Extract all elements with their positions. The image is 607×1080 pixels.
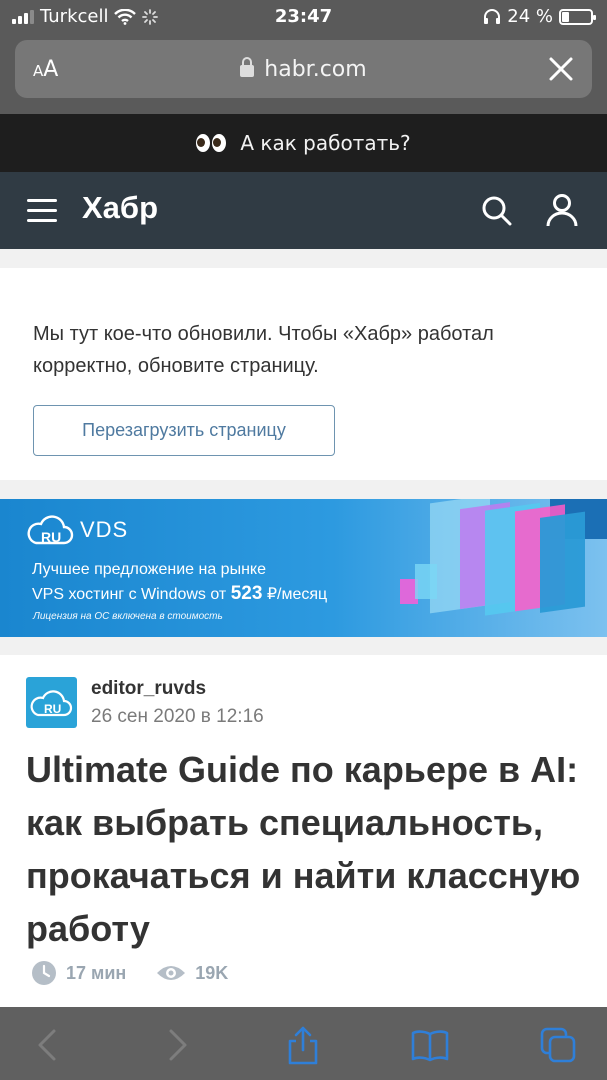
promo-text: А как работать? [240, 131, 411, 155]
battery-icon [559, 8, 596, 25]
reading-time: 17 мин [31, 960, 126, 986]
author-name[interactable]: editor_ruvds [91, 678, 206, 700]
site-logo[interactable]: Хабр [82, 190, 158, 226]
search-icon[interactable] [480, 194, 514, 228]
url-text: habr.com [264, 57, 367, 82]
ad-banner[interactable]: RU VDS Лучшее предложение на рынке VPS х… [0, 499, 607, 637]
banner-logo-mark: RU [41, 529, 61, 545]
banner-line1: Лучшее предложение на рынке [32, 561, 266, 578]
banner-note: Лицензия на ОС включена в стоимость [33, 611, 223, 622]
avatar-label: RU [44, 702, 61, 716]
address-bar[interactable]: AA habr.com [15, 40, 592, 98]
browser-toolbar [0, 1007, 607, 1080]
menu-icon[interactable] [27, 199, 57, 223]
eyes-emoji-icon [196, 134, 227, 152]
lock-icon [240, 57, 255, 77]
reading-time-text: 17 мин [66, 962, 127, 983]
banner-line2-suffix: ₽/месяц [266, 586, 328, 603]
post-title[interactable]: Ultimate Guide по карьере в AI: как выбр… [26, 743, 586, 955]
battery-percent: 24 % [507, 6, 553, 27]
banner-illustration [400, 499, 607, 616]
bookmarks-icon[interactable] [410, 1025, 450, 1065]
promo-bar[interactable]: А как работать? [0, 114, 607, 172]
headphones-icon [484, 8, 501, 24]
status-bar: Turkcell 23:47 24 % [0, 0, 607, 34]
update-notice: Мы тут кое-что обновили. Чтобы «Хабр» ра… [0, 268, 607, 480]
tabs-icon[interactable] [538, 1025, 578, 1065]
back-icon[interactable] [28, 1025, 68, 1065]
banner-logo: RU VDS [26, 513, 128, 547]
banner-line2: VPS хостинг с Windows от 523 ₽/месяц [32, 583, 327, 605]
reload-page-button[interactable]: Перезагрузить страницу [33, 405, 335, 456]
post-date: 26 сен 2020 в 12:16 [91, 706, 264, 727]
forward-icon[interactable] [157, 1025, 197, 1065]
views-count: 19K [195, 962, 229, 983]
site-header: Хабр [0, 172, 607, 249]
clock-icon [32, 961, 56, 985]
banner-line2-prefix: VPS хостинг с Windows от [32, 586, 227, 603]
banner-price: 523 [230, 583, 263, 604]
notice-text: Мы тут кое-что обновили. Чтобы «Хабр» ра… [33, 323, 494, 377]
share-icon[interactable] [283, 1025, 323, 1065]
views: 19K [156, 962, 228, 984]
eye-icon [157, 966, 186, 980]
close-icon[interactable] [544, 52, 578, 86]
status-right: 24 % [483, 6, 596, 27]
ruvds-cloud-icon: RU [27, 515, 74, 545]
post-card: RU editor_ruvds 26 сен 2020 в 12:16 Ulti… [0, 655, 607, 1007]
user-icon[interactable] [545, 192, 579, 228]
author-avatar[interactable]: RU [26, 677, 77, 728]
banner-logo-text: VDS [80, 517, 129, 542]
browser-bar: AA habr.com [0, 34, 607, 114]
ruvds-avatar-icon: RU [30, 690, 73, 717]
battery-level [562, 11, 569, 22]
url-display[interactable]: habr.com [15, 57, 592, 82]
post-meta: 17 мин 19K [31, 960, 258, 986]
